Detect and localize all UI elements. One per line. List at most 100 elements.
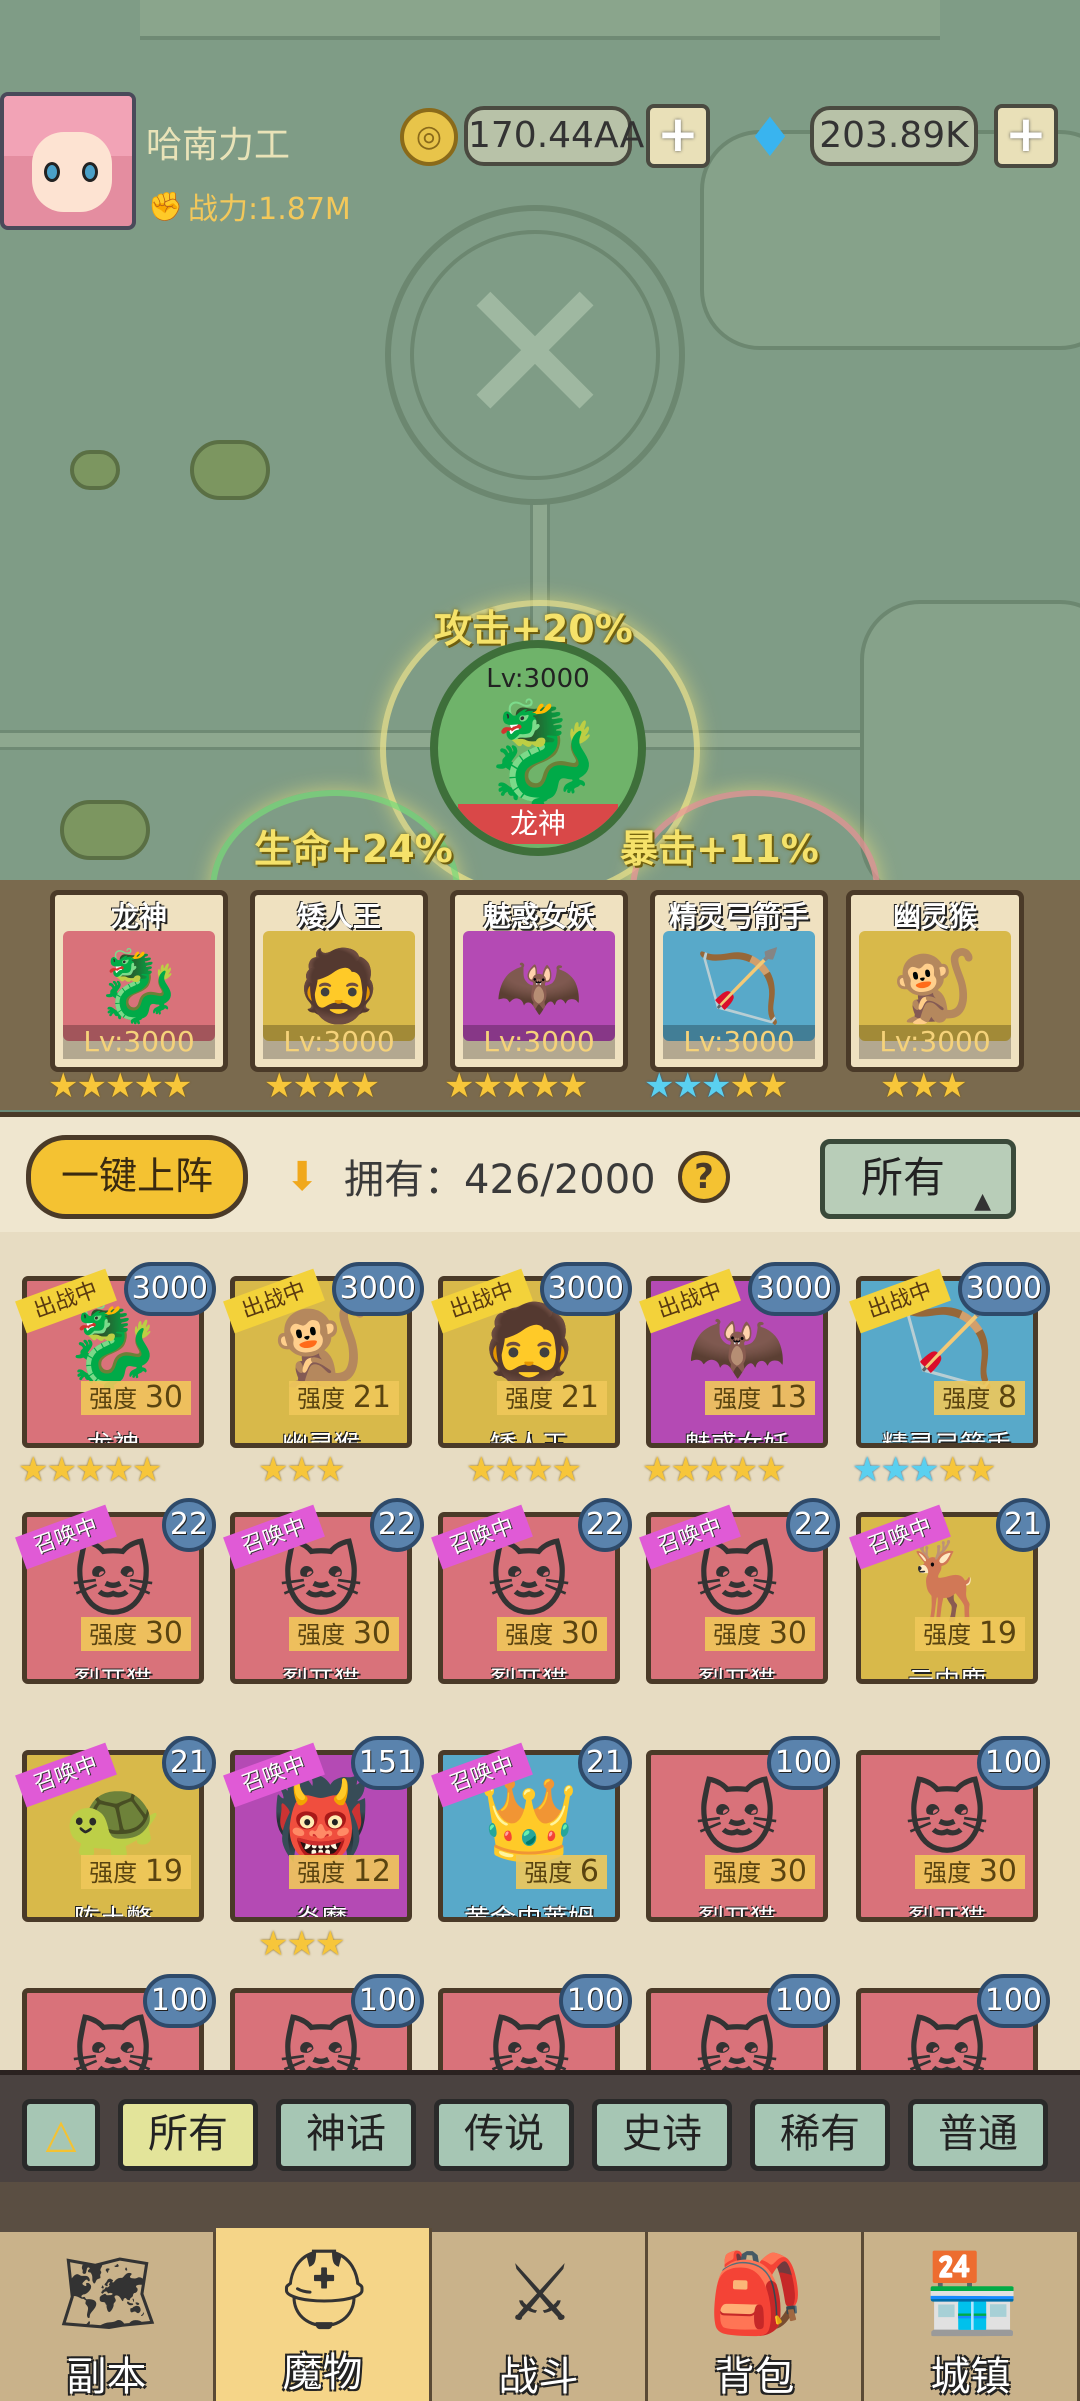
gold-stars: ★★ [729,1066,788,1106]
monster-card[interactable]: 🐱 100 [22,1974,216,2070]
monster-level-badge: 100 [976,1974,1050,2028]
crit-buff-label: 暴击+11% [620,827,819,871]
monster-card[interactable]: 🐱 强度 30 裂开猫 召唤中 22 [639,1498,840,1688]
team-slot-3[interactable]: 魅惑女妖 🦇 Lv:3000 [450,890,628,1072]
nav-town[interactable]: 🏪 城镇 [864,2232,1080,2401]
monster-stars: ★★★★★ [852,1450,996,1490]
gold-stars: ★★★★ [466,1450,582,1490]
auto-deploy-button[interactable]: 一键上阵 [26,1135,248,1219]
monster-strength: 强度 21 [289,1381,399,1415]
monster-strength: 强度 13 [705,1381,815,1415]
monster-card[interactable]: 🐱 100 [230,1974,424,2070]
monster-level-badge: 22 [369,1498,424,1552]
team-hero-level: Lv:3000 [663,1025,815,1059]
crossed-swords-icon: ⚔ [505,2249,575,2339]
monster-name: 龙神 [86,1431,139,1448]
monster-level-badge: 21 [995,1498,1050,1552]
strength-label: 强度 [297,1621,346,1649]
tab-legendary[interactable]: 传说 [434,2099,574,2171]
help-button[interactable]: ? [678,1151,730,1203]
strength-value: 19 [144,1854,183,1889]
strength-value: 8 [997,1380,1017,1415]
monster-card[interactable]: 🦌 强度 19 云中鹿 召唤中 21 [849,1498,1050,1688]
strength-label: 强度 [713,1385,762,1413]
monster-card[interactable]: 🐱 强度 30 裂开猫 召唤中 22 [223,1498,424,1688]
strength-value: 19 [978,1616,1017,1651]
tab-mythic[interactable]: 神话 [276,2099,416,2171]
monster-card[interactable]: 🦇 强度 13 魅惑女妖 出战中 3000 [639,1262,840,1452]
monster-name: 裂开猫 [281,1667,360,1684]
monster-card[interactable]: 🐱 100 [438,1974,632,2070]
monster-stars: ★★★★★ [18,1450,162,1490]
diamond-icon: ♦ [745,106,795,169]
monster-level-badge: 100 [350,1974,424,2028]
monster-card[interactable]: 🏹 强度 8 精灵弓箭手 出战中 3000 [849,1262,1050,1452]
monster-level-badge: 3000 [747,1262,840,1316]
monster-card[interactable]: 🐱 100 [856,1974,1050,2070]
monster-card[interactable]: 🐢 强度 19 陈土鳖 召唤中 21 [15,1736,216,1926]
avatar-eye [82,162,98,182]
monster-strength: 强度 30 [915,1855,1025,1889]
monster-level-badge: 3000 [123,1262,216,1316]
tab-common[interactable]: 普通 [908,2099,1048,2171]
nav-dungeon[interactable]: 🗺 副本 [0,2232,216,2401]
strength-value: 30 [144,1616,183,1651]
monster-card[interactable]: 👑 强度 6 黄金史莱姆 召唤中 21 [431,1736,632,1926]
collapse-up-icon[interactable]: △ [22,2099,100,2171]
nav-backpack[interactable]: 🎒 背包 [648,2232,864,2401]
blue-stars: ★★★ [852,1450,939,1490]
strength-label: 强度 [713,1859,762,1887]
monster-card[interactable]: 🐱 强度 30 裂开猫 召唤中 22 [431,1498,632,1688]
combat-power: 战力:1.87M [188,192,351,227]
monster-strength: 强度 19 [81,1855,191,1889]
sort-down-arrow-icon[interactable]: ⬇ [278,1153,326,1201]
tab-rare[interactable]: 稀有 [750,2099,890,2171]
monster-card[interactable]: 🐱 强度 30 裂开猫 100 [646,1736,840,1926]
add-coins-button[interactable]: + [646,104,710,168]
monster-card[interactable]: 🐱 100 [646,1974,840,2070]
add-gems-button[interactable]: + [994,104,1058,168]
tab-all[interactable]: 所有 [118,2099,258,2171]
team-hero-stars: ★★★ [880,1066,967,1106]
nav-battle[interactable]: ⚔ 战斗 [432,2232,648,2401]
map-icon: 🗺 [58,2249,158,2339]
monster-stars: ★★★★★ [642,1450,786,1490]
monster-card[interactable]: 🐱 强度 30 裂开猫 召唤中 22 [15,1498,216,1688]
gold-stars: ★★★ [258,1450,345,1490]
player-avatar[interactable] [0,92,136,230]
monster-card[interactable]: 🐒 强度 21 幽灵猴 出战中 3000 [223,1262,424,1452]
strength-label: 强度 [89,1621,138,1649]
team-slot-4[interactable]: 精灵弓箭手 🏹 Lv:3000 [650,890,828,1072]
nav-label: 城镇 [930,2354,1011,2400]
monster-card[interactable]: 👹 强度 12 炎魔 召唤中 151 [223,1736,424,1926]
team-hero-level: Lv:3000 [63,1025,215,1059]
tab-epic[interactable]: 史诗 [592,2099,732,2171]
inventory-header: 一键上阵 ⬇ 拥有：426/2000 ? 所有 ▲ [0,1112,1080,1232]
team-hero-stars: ★★★★★ [444,1066,588,1106]
monster-strength: 强度 30 [705,1855,815,1889]
nav-label: 战斗 [498,2354,579,2400]
gold-stars: ★★★★★ [642,1450,786,1490]
team-slot-5[interactable]: 幽灵猴 🐒 Lv:3000 [846,890,1024,1072]
filter-dropdown[interactable]: 所有 ▲ [820,1139,1016,1219]
monster-strength: 强度 6 [516,1855,607,1889]
monster-stars: ★★★ [258,1450,345,1490]
monster-card[interactable]: 🐱 强度 30 裂开猫 100 [856,1736,1050,1926]
gold-stars: ★★ [937,1450,996,1490]
monster-name: 炎魔 [294,1905,347,1922]
main-hero-portrait[interactable]: Lv:3000 🐉 龙神 [430,640,646,856]
monster-level-badge: 100 [142,1974,216,2028]
strength-value: 30 [144,1380,183,1415]
team-hero-name: 幽灵猴 [892,900,977,933]
team-slot-1[interactable]: 龙神 🐉 Lv:3000 [50,890,228,1072]
strength-label: 强度 [942,1385,991,1413]
rarity-filter-bar: △ 所有 神话 传说 史诗 稀有 普通 [0,2070,1080,2182]
monster-strength: 强度 30 [497,1617,607,1651]
team-slot-2[interactable]: 矮人王 🧔 Lv:3000 [250,890,428,1072]
monster-card[interactable]: 🧔 强度 21 矮人王 出战中 3000 [431,1262,632,1452]
monster-card[interactable]: 🐉 强度 30 龙神 出战中 3000 [15,1262,216,1452]
monster-name: 黄金史莱姆 [463,1905,594,1922]
nav-monsters[interactable]: ⛑ 魔物 [216,2228,432,2401]
strength-value: 6 [579,1854,599,1889]
hp-buff-label: 生命+24% [254,827,453,871]
